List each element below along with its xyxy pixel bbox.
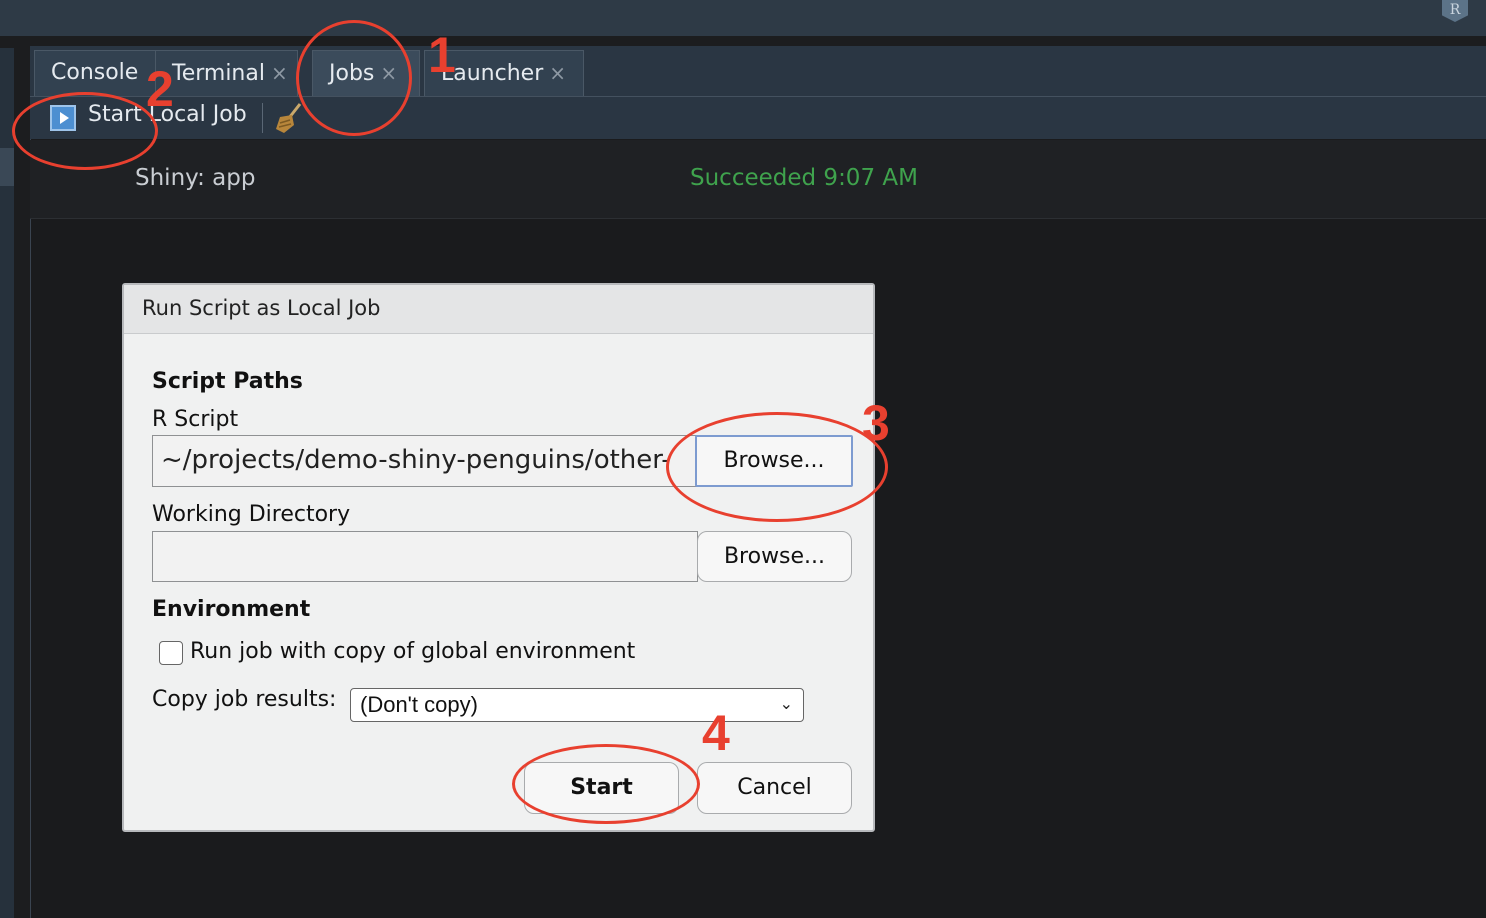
dialog-title-bar[interactable]: Run Script as Local Job bbox=[124, 285, 873, 334]
browse-working-directory-button[interactable]: Browse... bbox=[697, 531, 852, 582]
annotation-circle-1 bbox=[296, 20, 412, 136]
copy-environment-checkbox[interactable] bbox=[159, 641, 183, 665]
left-pane-edge bbox=[0, 48, 14, 918]
job-row[interactable]: Shiny: app Succeeded 9:07 AM bbox=[30, 140, 1486, 219]
annotation-number-4: 4 bbox=[702, 705, 730, 761]
annotation-circle-2 bbox=[12, 92, 158, 170]
tab-label: Launcher bbox=[441, 61, 544, 86]
annotation-number-1: 1 bbox=[428, 27, 456, 83]
top-bar: R bbox=[0, 0, 1486, 36]
copy-environment-label[interactable]: Run job with copy of global environment bbox=[190, 639, 635, 664]
run-script-dialog: Run Script as Local Job Script Paths R S… bbox=[122, 283, 875, 832]
chevron-down-icon: ⌄ bbox=[779, 696, 793, 713]
jobs-toolbar: Start Local Job bbox=[30, 97, 1486, 139]
working-directory-label: Working Directory bbox=[152, 502, 351, 527]
tab-label: Terminal bbox=[172, 61, 265, 86]
annotation-circle-4 bbox=[512, 744, 700, 824]
rstudio-logo-icon: R bbox=[1442, 0, 1468, 22]
tab-terminal[interactable]: Terminal × bbox=[155, 50, 298, 96]
broom-icon[interactable] bbox=[274, 101, 304, 135]
annotation-number-2: 2 bbox=[146, 61, 174, 117]
pane-gutter[interactable] bbox=[14, 36, 30, 918]
copy-results-label: Copy job results: bbox=[152, 687, 337, 712]
job-status: Succeeded 9:07 AM bbox=[690, 165, 918, 191]
copy-results-select[interactable]: (Don't copy) ⌄ bbox=[350, 688, 804, 722]
job-name: Shiny: app bbox=[135, 165, 256, 191]
tab-label: Console bbox=[51, 60, 139, 85]
left-pane-marker bbox=[0, 148, 14, 186]
environment-heading: Environment bbox=[152, 597, 311, 622]
toolbar-divider bbox=[262, 103, 263, 133]
r-script-field[interactable]: ~/projects/demo-shiny-penguins/other- bbox=[152, 435, 698, 487]
copy-results-value: (Don't copy) bbox=[360, 692, 478, 717]
tab-console[interactable]: Console bbox=[34, 50, 157, 96]
script-paths-heading: Script Paths bbox=[152, 369, 303, 394]
cancel-button[interactable]: Cancel bbox=[697, 762, 852, 814]
r-script-label: R Script bbox=[152, 407, 239, 432]
annotation-circle-3 bbox=[666, 412, 888, 522]
dialog-title: Run Script as Local Job bbox=[142, 296, 381, 320]
working-directory-field[interactable] bbox=[152, 531, 698, 582]
annotation-number-3: 3 bbox=[862, 395, 890, 451]
tab-close-icon[interactable]: × bbox=[271, 61, 288, 85]
tab-bar: Console Terminal × Jobs × Launcher × bbox=[30, 46, 1486, 97]
tab-close-icon[interactable]: × bbox=[549, 61, 566, 85]
